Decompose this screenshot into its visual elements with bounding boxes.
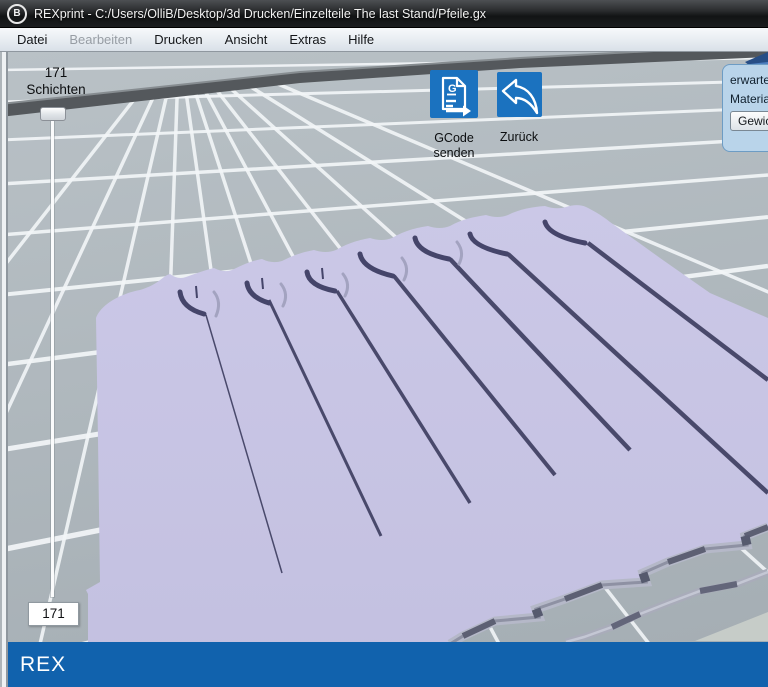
menu-extras[interactable]: Extras (278, 29, 337, 50)
gcode-document-icon: G (430, 70, 478, 118)
menu-bar: Datei Bearbeiten Drucken Ansicht Extras … (0, 28, 768, 52)
weight-button[interactable]: Gewich (730, 111, 768, 131)
rexprint-window: { "window": { "title": "REXprint - C:/Us… (0, 0, 768, 687)
undo-arrow-icon (497, 72, 542, 117)
menu-drucken[interactable]: Drucken (143, 29, 213, 50)
layer-slider-handle[interactable] (40, 107, 66, 121)
menu-datei[interactable]: Datei (6, 29, 58, 50)
viewport-3d[interactable]: 171 Schichten 171 G GCode senden (0, 52, 768, 642)
rexprint-logo-icon: B (7, 4, 27, 24)
menu-ansicht[interactable]: Ansicht (214, 29, 279, 50)
svg-text:G: G (448, 83, 457, 95)
back-button[interactable]: Zurück (490, 72, 548, 145)
title-bar[interactable]: B REXprint - C:/Users/OlliB/Desktop/3d D… (0, 0, 768, 28)
expected-time-label: erwarte (730, 73, 768, 87)
back-label: Zurück (490, 130, 548, 145)
gcode-send-button[interactable]: G GCode senden (422, 70, 486, 161)
current-layer-value[interactable]: 171 (28, 602, 79, 626)
status-bar: REX (0, 642, 768, 687)
window-title: REXprint - C:/Users/OlliB/Desktop/3d Dru… (34, 7, 486, 21)
menu-hilfe[interactable]: Hilfe (337, 29, 385, 50)
gcode-send-label: GCode senden (422, 131, 486, 161)
layer-count-value: 171 (10, 64, 102, 81)
layer-count-label: 171 Schichten (10, 64, 102, 98)
layer-count-unit: Schichten (10, 81, 102, 98)
rex-brand-text: REX (0, 653, 66, 677)
material-label: Materia (730, 92, 768, 106)
window-frame-left (0, 52, 8, 687)
sliced-model-pfeile (0, 52, 768, 642)
layer-slider-track[interactable] (51, 121, 54, 597)
print-info-panel: erwarte Materia Gewich (722, 64, 768, 152)
menu-bearbeiten[interactable]: Bearbeiten (58, 29, 143, 50)
